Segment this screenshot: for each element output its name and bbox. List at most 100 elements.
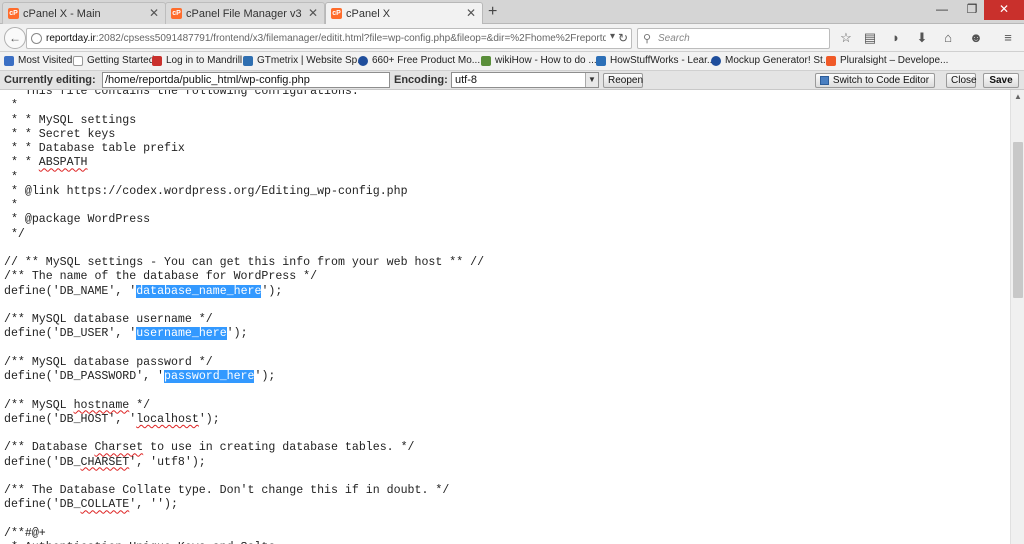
reading-list-icon[interactable]: ▤ bbox=[862, 30, 878, 46]
switch-to-code-editor-button[interactable]: Switch to Code Editor bbox=[815, 73, 935, 88]
bookmarks-folder-icon bbox=[4, 55, 14, 66]
window-close-button[interactable]: ✕ bbox=[984, 0, 1024, 20]
tab-label: cPanel File Manager v3 bbox=[186, 7, 302, 20]
tab-cpanel-file-manager[interactable]: cP cPanel File Manager v3 ✕ bbox=[165, 2, 325, 24]
code-line: define('DB_CHARSET', 'utf8'); bbox=[4, 455, 206, 469]
restore-button[interactable]: ❐ bbox=[958, 0, 986, 20]
bookmark-free-product-mockups[interactable]: 660+ Free Product Mo... bbox=[358, 55, 480, 66]
site-icon bbox=[358, 55, 368, 66]
code-line: /** MySQL database username */ bbox=[4, 313, 213, 326]
code-line: define('DB_PASSWORD', 'password_here'); bbox=[4, 370, 276, 383]
pluralsight-icon bbox=[826, 55, 836, 66]
spellcheck-word: ABSPATH bbox=[38, 156, 88, 170]
save-button[interactable]: Save bbox=[983, 73, 1019, 88]
code-line: * * ABSPATH bbox=[4, 156, 88, 170]
tab-close-icon[interactable]: ✕ bbox=[149, 6, 159, 20]
bookmarks-toolbar: Most Visited Getting Started Log in to M… bbox=[0, 52, 1024, 71]
search-icon: ⚲ bbox=[643, 33, 652, 45]
pocket-icon[interactable]: ◗ bbox=[888, 30, 904, 46]
code-line: */ bbox=[4, 227, 25, 241]
encoding-select[interactable]: utf-8 ▼ bbox=[451, 72, 599, 88]
code-editor-textarea[interactable]: * This file contains the following confi… bbox=[0, 90, 1010, 544]
home-icon[interactable]: ⌂ bbox=[940, 30, 956, 46]
new-tab-button[interactable]: + bbox=[488, 3, 497, 21]
search-input[interactable]: Search bbox=[658, 33, 690, 44]
code-line: * bbox=[4, 99, 18, 113]
code-line: // ** MySQL settings - You can get this … bbox=[4, 256, 485, 269]
selected-text: password_here bbox=[164, 370, 255, 383]
cpanel-favicon-icon: cP bbox=[171, 8, 182, 19]
code-line: define('DB_COLLATE', ''); bbox=[4, 498, 178, 512]
code-line: * This file contains the following confi… bbox=[4, 90, 359, 98]
page-icon bbox=[73, 55, 83, 66]
bookmark-gtmetrix[interactable]: GTmetrix | Website Sp... bbox=[243, 55, 366, 66]
code-line: define('DB_HOST', 'localhost'); bbox=[4, 412, 220, 426]
minimize-button[interactable]: — bbox=[928, 0, 956, 20]
tab-label: cPanel X bbox=[346, 7, 391, 20]
code-line: /** MySQL database password */ bbox=[4, 355, 213, 369]
spellcheck-word: localhost bbox=[136, 412, 199, 426]
currently-editing-label: Currently editing: bbox=[4, 74, 96, 86]
vertical-scrollbar[interactable]: ▲ bbox=[1010, 90, 1024, 544]
url-text[interactable]: reportday.ir:2082/cpsess5091487791/front… bbox=[46, 33, 606, 44]
code-editor-icon bbox=[820, 76, 829, 85]
tab-cpanel-x[interactable]: cP cPanel X ✕ bbox=[325, 2, 483, 25]
mandrill-icon bbox=[152, 55, 162, 66]
scroll-up-arrow-icon[interactable]: ▲ bbox=[1011, 90, 1024, 104]
howstuffworks-icon bbox=[596, 55, 606, 66]
download-icon[interactable]: ⬇ bbox=[914, 30, 930, 46]
bookmark-mockup-generator[interactable]: Mockup Generator! St... bbox=[711, 55, 831, 66]
back-button[interactable]: ← bbox=[4, 27, 26, 49]
bookmark-getting-started[interactable]: Getting Started bbox=[73, 55, 154, 66]
tab-close-icon[interactable]: ✕ bbox=[308, 6, 318, 20]
cpanel-favicon-icon: cP bbox=[331, 8, 342, 19]
code-line: /** The name of the database for WordPre… bbox=[4, 270, 318, 284]
code-line: * bbox=[4, 199, 18, 212]
site-info-icon[interactable] bbox=[31, 33, 42, 44]
star-icon[interactable]: ☆ bbox=[838, 30, 854, 46]
url-dropdown-icon[interactable]: ▾ bbox=[610, 31, 615, 42]
encoding-label: Encoding: bbox=[394, 74, 448, 86]
reload-icon[interactable]: ↻ bbox=[618, 31, 628, 45]
dropdown-arrow-icon: ▼ bbox=[585, 73, 598, 87]
url-bar[interactable]: reportday.ir:2082/cpsess5091487791/front… bbox=[26, 28, 632, 49]
code-line: define('DB_NAME', 'database_name_here'); bbox=[4, 284, 283, 298]
bookmark-howstuffworks[interactable]: HowStuffWorks - Lear... bbox=[596, 55, 715, 66]
site-icon bbox=[711, 55, 721, 66]
code-line: /** Database Charset to use in creating … bbox=[4, 441, 415, 455]
tab-strip: cP cPanel X - Main ✕ cP cPanel File Mana… bbox=[0, 0, 1024, 25]
tab-label: cPanel X - Main bbox=[23, 7, 101, 20]
selected-text: database_name_here bbox=[136, 284, 262, 298]
bookmark-mandrill[interactable]: Log in to Mandrill bbox=[152, 55, 242, 66]
search-bar[interactable]: ⚲ Search bbox=[637, 28, 830, 49]
menu-icon[interactable]: ≡ bbox=[1000, 30, 1016, 46]
bookmark-pluralsight[interactable]: Pluralsight – Develope... bbox=[826, 55, 948, 66]
code-line: define('DB_USER', 'username_here'); bbox=[4, 327, 248, 341]
code-line: * @link https://codex.wordpress.org/Edit… bbox=[4, 184, 408, 198]
spellcheck-word: hostname bbox=[73, 398, 130, 412]
code-line: /**#@+ bbox=[4, 526, 46, 540]
reopen-button[interactable]: Reopen bbox=[603, 73, 643, 88]
spellcheck-word: COLLATE bbox=[80, 498, 130, 512]
code-line: /** The Database Collate type. Don't cha… bbox=[4, 484, 450, 497]
code-line: * * Database table prefix bbox=[4, 142, 185, 155]
editor-toolbar: Currently editing: Encoding: utf-8 ▼ Reo… bbox=[0, 71, 1024, 90]
chat-icon[interactable]: ☻ bbox=[968, 30, 984, 46]
file-path-field[interactable] bbox=[102, 72, 390, 88]
code-line: * bbox=[4, 170, 18, 184]
back-arrow-icon: ← bbox=[9, 31, 21, 45]
tab-cpanel-main[interactable]: cP cPanel X - Main ✕ bbox=[2, 2, 166, 24]
scrollbar-thumb[interactable] bbox=[1013, 142, 1023, 298]
gtmetrix-icon bbox=[243, 55, 253, 66]
navigation-bar: ← reportday.ir:2082/cpsess5091487791/fro… bbox=[0, 24, 1024, 52]
spellcheck-word: CHARSET bbox=[80, 455, 130, 469]
selected-text: username_here bbox=[136, 327, 227, 341]
code-line: * @package WordPress bbox=[4, 213, 151, 227]
tab-close-icon[interactable]: ✕ bbox=[466, 6, 476, 20]
bookmark-wikihow[interactable]: wikiHow - How to do ... bbox=[481, 55, 597, 66]
cpanel-favicon-icon: cP bbox=[8, 8, 19, 19]
bookmark-most-visited[interactable]: Most Visited bbox=[4, 55, 72, 66]
wikihow-icon bbox=[481, 55, 491, 66]
spellcheck-word: Charset bbox=[94, 441, 144, 455]
close-button[interactable]: Close bbox=[946, 73, 977, 88]
